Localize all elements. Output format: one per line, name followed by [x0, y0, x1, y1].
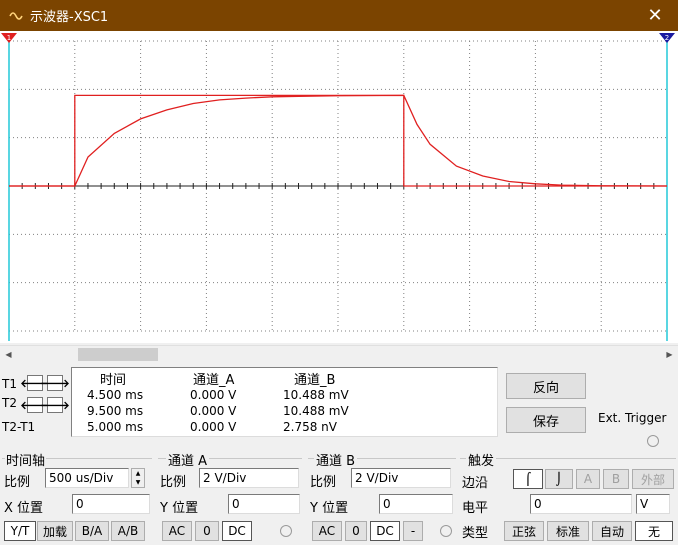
channel-a-ypos-field[interactable]: 0 — [228, 494, 300, 514]
channel-b-scale-field[interactable]: 2 V/Div — [351, 468, 451, 488]
timebase-scale-spinner[interactable]: ▲ ▼ — [131, 468, 145, 488]
delta-time: 5.000 ms — [87, 420, 144, 434]
channel-a-title: 通道 A — [166, 450, 210, 469]
measurement-table: 时间 通道_A 通道_B 4.500 ms 0.000 V 10.488 mV … — [71, 367, 498, 437]
trigger-level-unit[interactable]: V — [636, 494, 670, 514]
header-channel-b: 通道_B — [294, 373, 336, 388]
trace-2 — [9, 94, 668, 187]
trigger-type-normal-button[interactable]: 标准 — [547, 521, 589, 541]
trigger-edge-label: 边沿 — [462, 476, 489, 491]
timebase-xpos-field[interactable]: 0 — [72, 494, 150, 514]
scroll-left-icon[interactable]: ◀ — [0, 346, 17, 363]
timebase-xpos-label: X 位置 — [4, 501, 44, 516]
arrow-right-icon: 🡒 — [40, 377, 70, 390]
channel-b-ac-button[interactable]: AC — [312, 521, 342, 541]
cursor-1-label: 1 — [7, 34, 11, 42]
mode-load-button[interactable]: 加载 — [37, 521, 73, 541]
mode-yt-button[interactable]: Y/T — [4, 521, 36, 541]
channel-b-ypos-field[interactable]: 0 — [379, 494, 453, 514]
trigger-title: 触发 — [466, 450, 497, 469]
scope-display: 12 — [1, 33, 675, 341]
oscilloscope-icon — [8, 8, 24, 24]
window-title: 示波器-XSC1 — [30, 10, 109, 25]
channel-a-ypos-label: Y 位置 — [160, 501, 199, 516]
channel-a-zero-button[interactable]: 0 — [195, 521, 219, 541]
t2-channel-b: 10.488 mV — [283, 404, 349, 418]
cursor-delta-label: T2-T1 — [2, 420, 36, 434]
t1-channel-a: 0.000 V — [190, 388, 237, 402]
timebase-title: 时间轴 — [5, 450, 47, 469]
channel-b-invert-button[interactable]: - — [403, 521, 423, 541]
channel-b-radio[interactable] — [440, 525, 452, 537]
t1-channel-b: 10.488 mV — [283, 388, 349, 402]
trigger-type-sine-button[interactable]: 正弦 — [504, 521, 544, 541]
channel-a-ac-button[interactable]: AC — [162, 521, 192, 541]
trigger-type-none-button[interactable]: 无 — [635, 521, 673, 541]
channel-b-zero-button[interactable]: 0 — [345, 521, 367, 541]
trigger-type-auto-button[interactable]: 自动 — [592, 521, 632, 541]
channel-a-radio[interactable] — [280, 525, 292, 537]
cursor-t2-label: T2 — [2, 396, 17, 410]
close-button[interactable]: ✕ — [632, 0, 678, 31]
scroll-right-icon[interactable]: ▶ — [661, 346, 678, 363]
channel-b-title: 通道 B — [314, 450, 358, 469]
mode-ab-button[interactable]: A/B — [111, 521, 145, 541]
reverse-button[interactable]: 反向 — [506, 373, 586, 399]
delta-channel-b: 2.758 nV — [283, 420, 337, 434]
arrow-right-icon: 🡒 — [40, 399, 70, 412]
trigger-level-label: 电平 — [462, 501, 489, 516]
ext-trigger-radio[interactable] — [647, 435, 659, 447]
trace-1 — [9, 94, 667, 187]
t2-channel-a: 0.000 V — [190, 404, 237, 418]
trigger-level-field[interactable]: 0 — [530, 494, 632, 514]
scope-screen: 12 — [0, 31, 678, 343]
header-time: 时间 — [100, 373, 127, 388]
scroll-thumb[interactable] — [78, 348, 158, 361]
t2-time: 9.500 ms — [87, 404, 144, 418]
trigger-external-button[interactable]: 外部 — [632, 469, 674, 489]
header-channel-a: 通道_A — [193, 373, 235, 388]
ext-trigger-label: Ext. Trigger — [598, 411, 667, 425]
save-button[interactable]: 保存 — [506, 407, 586, 433]
t1-right-button[interactable]: 🡒 — [40, 375, 70, 391]
channel-a-scale-field[interactable]: 2 V/Div — [199, 468, 299, 488]
close-icon: ✕ — [647, 5, 663, 26]
t2-right-button[interactable]: 🡒 — [40, 397, 70, 413]
trigger-type-label: 类型 — [462, 526, 489, 541]
cursor-t1-label: T1 — [2, 377, 17, 391]
cursor-2-label: 2 — [665, 34, 669, 42]
mode-ba-button[interactable]: B/A — [75, 521, 109, 541]
trigger-rising-edge-button[interactable]: ⌠ — [513, 469, 543, 489]
title-bar: 示波器-XSC1 ✕ — [0, 0, 678, 31]
trigger-source-a-button[interactable]: A — [576, 469, 600, 489]
trigger-falling-edge-button[interactable]: ⌡ — [545, 469, 573, 489]
timebase-scale-field[interactable]: 500 us/Div — [45, 468, 129, 488]
trigger-source-b-button[interactable]: B — [603, 469, 629, 489]
channel-b-ypos-label: Y 位置 — [310, 501, 349, 516]
t1-time: 4.500 ms — [87, 388, 144, 402]
channel-a-dc-button[interactable]: DC — [222, 521, 252, 541]
channel-b-dc-button[interactable]: DC — [370, 521, 400, 541]
delta-channel-a: 0.000 V — [190, 420, 237, 434]
timebase-scale-label: 比例 — [4, 475, 31, 490]
horizontal-scrollbar[interactable]: ◀ ▶ — [0, 345, 678, 362]
channel-a-scale-label: 比例 — [160, 475, 187, 490]
channel-b-scale-label: 比例 — [310, 475, 337, 490]
